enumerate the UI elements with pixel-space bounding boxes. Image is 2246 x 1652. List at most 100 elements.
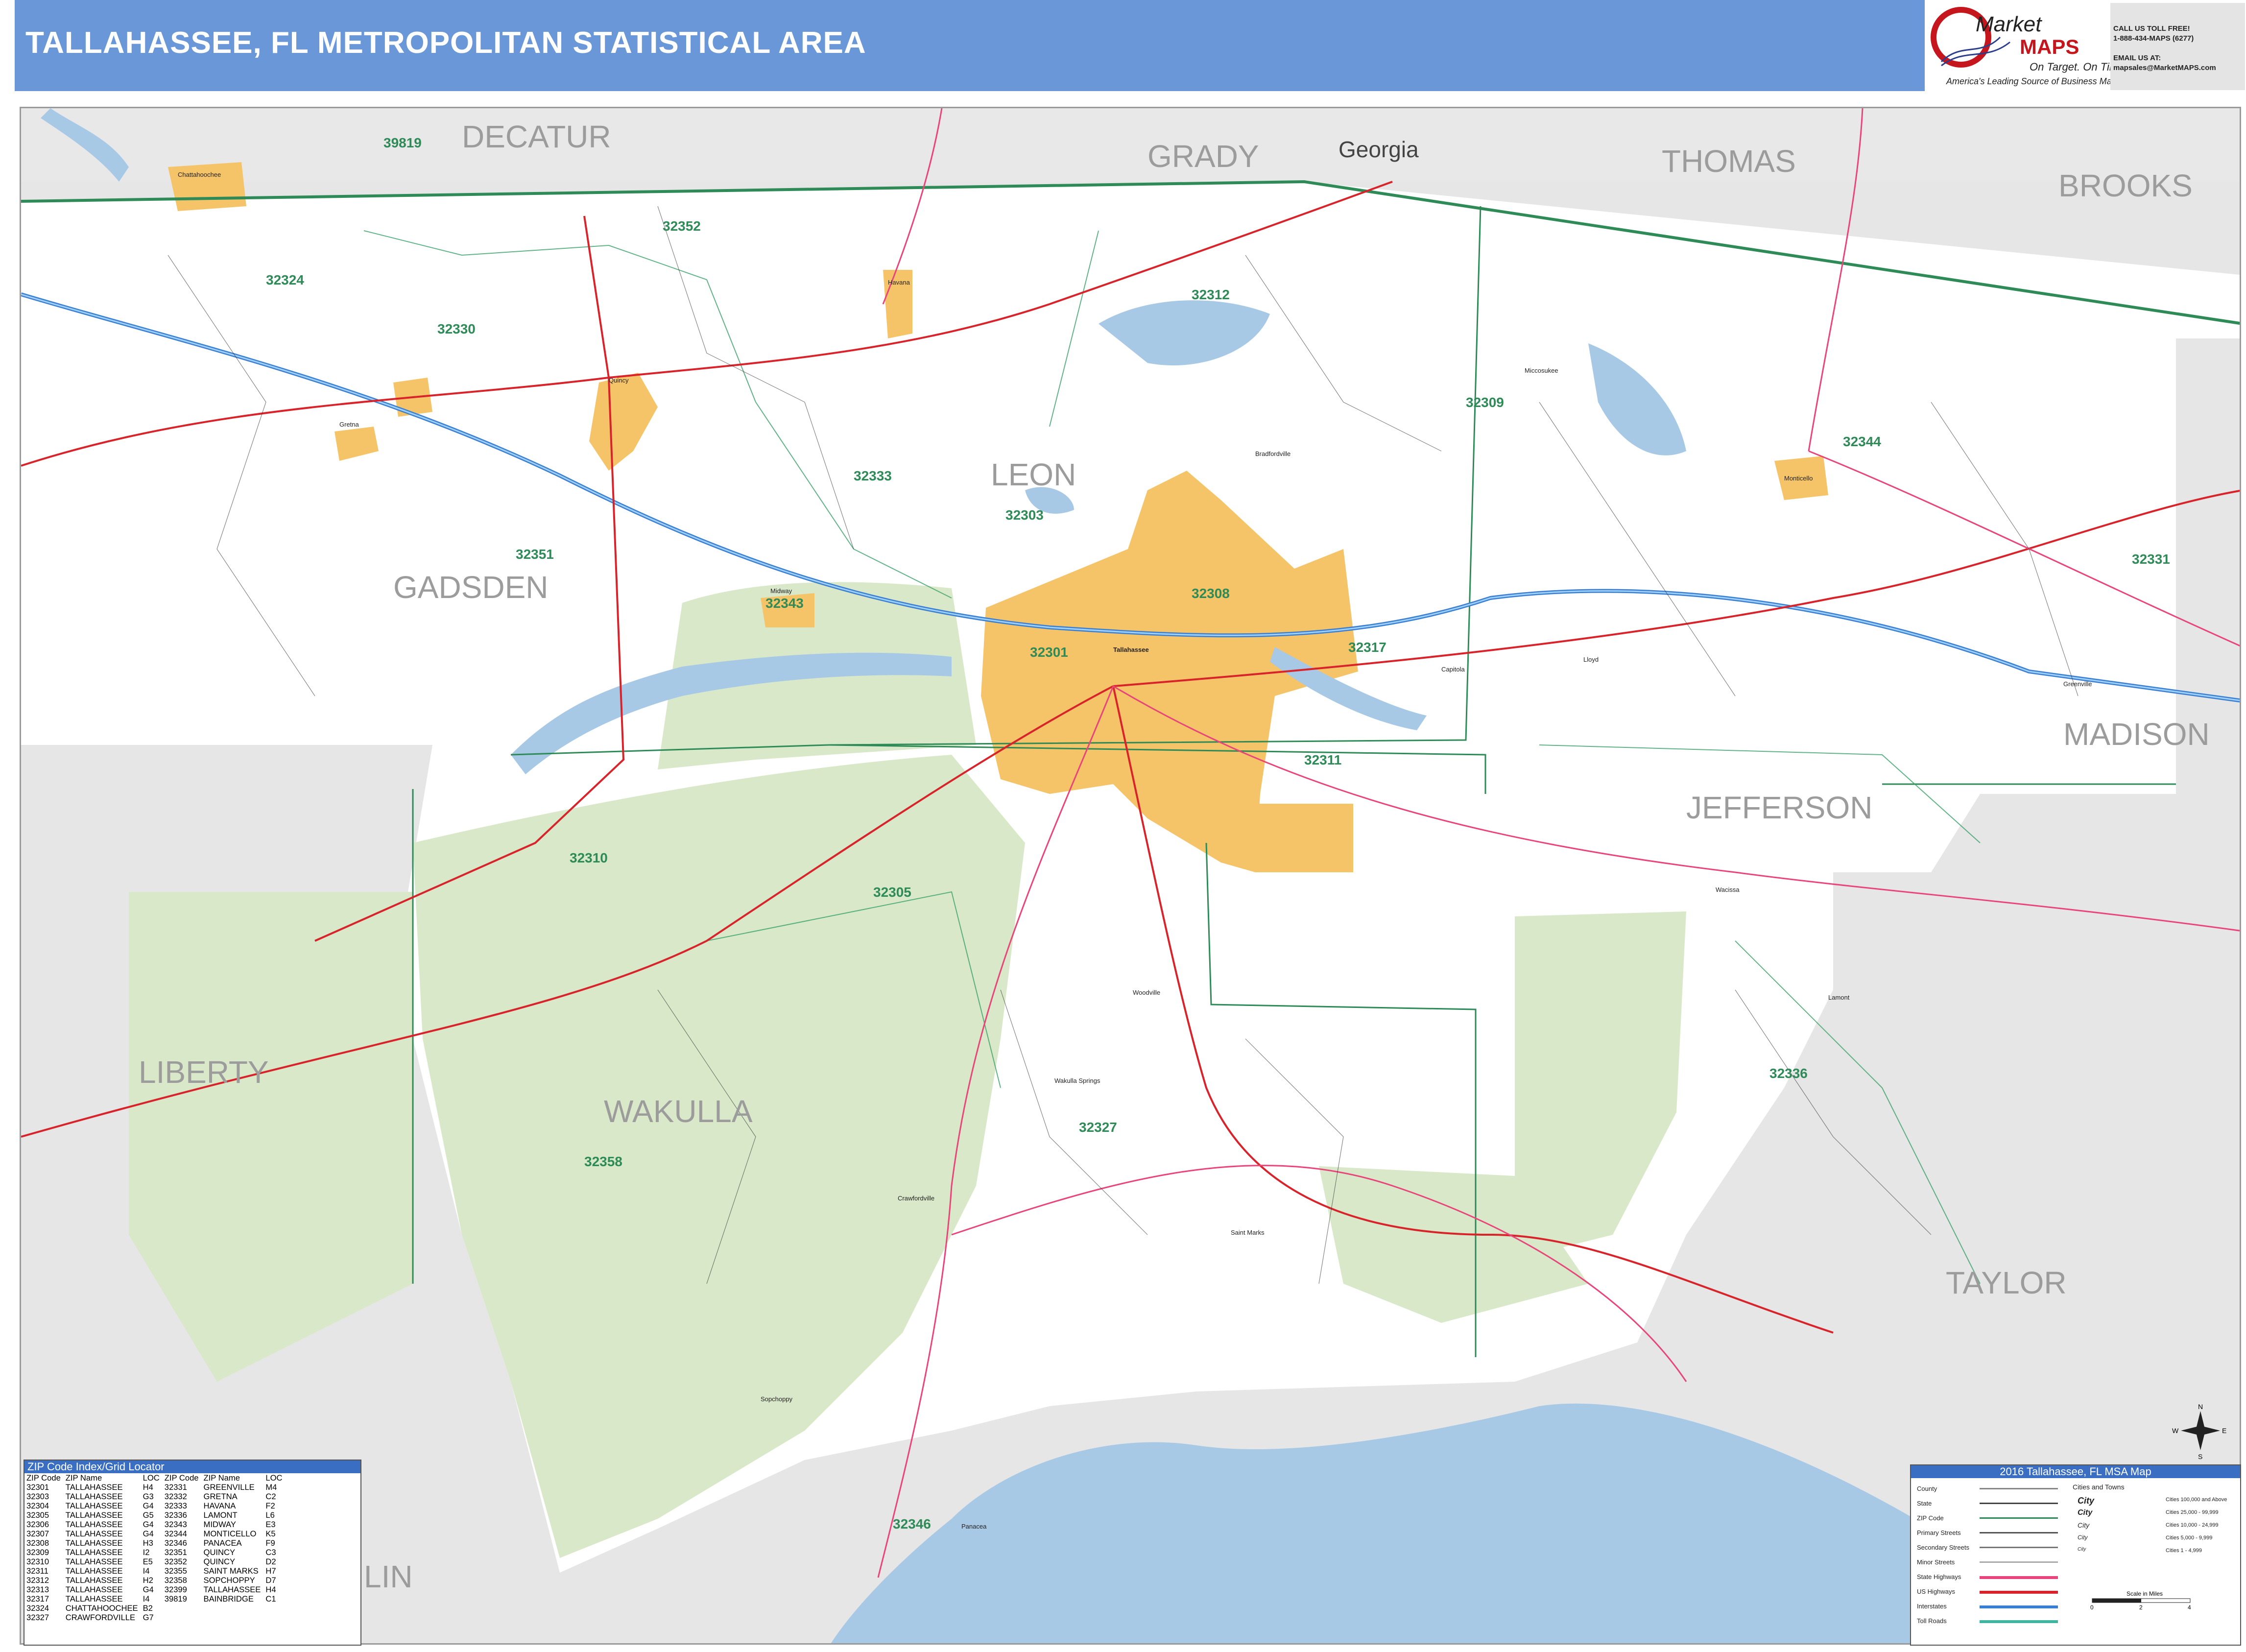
town-label: Wakulla Springs [1054,1077,1100,1084]
legend-swatch [1980,1605,2058,1608]
contact-line-1: CALL US TOLL FREE! [2113,24,2190,33]
legend-swatch [1980,1620,2058,1623]
zip-label: 32327 [1079,1120,1117,1135]
zip-index-row: 32306 TALLAHASSEE G4 32343 MIDWAY E3 [24,1520,285,1529]
legend-swatch [1980,1576,2058,1579]
zip-label: 32346 [893,1516,931,1532]
zip-index-cell: G4 [143,1529,154,1538]
zip-index-cell: TALLAHASSEE [65,1548,123,1557]
zip-label: 32351 [516,547,554,562]
zip-index-cell: 32303 [26,1492,49,1501]
town-label: Woodville [1133,989,1160,996]
map-canvas[interactable]: DECATUR GRADY Georgia THOMAS BROOKS GADS… [21,108,2241,1645]
zip-index-cell: H4 [265,1585,276,1594]
zip-header-cell: ZIP Name [203,1473,240,1483]
urban-chattahoochee [168,162,246,211]
town-label: Midway [770,587,792,595]
zip-index-row: 32310 TALLAHASSEE E5 32352 QUINCY D2 [24,1557,285,1566]
zip-index-panel: ZIP Code Index/Grid Locator ZIP Code ZIP… [24,1460,361,1646]
zip-index-cell: 32304 [26,1501,49,1510]
zip-header-cell: LOC [265,1473,283,1483]
zip-index-table: ZIP Code ZIP Name LOC ZIP Code ZIP Name … [24,1473,285,1622]
zip-index-cell: C1 [265,1594,276,1604]
zip-label: 32305 [873,885,911,900]
zip-index-cell: TALLAHASSEE [65,1585,123,1594]
zip-index-row: 32311 TALLAHASSEE I4 32355 SAINT MARKS H7 [24,1566,285,1576]
county-label-liberty: LIBERTY [139,1054,269,1090]
zip-index-cell: 32305 [26,1510,49,1520]
zip-index-cell: G5 [143,1510,154,1520]
zip-index-cell: H2 [143,1576,153,1585]
legend-item-label: State Highways [1917,1573,1961,1580]
zip-index-title: ZIP Code Index/Grid Locator [24,1460,360,1473]
zip-index-cell: HAVANA [203,1501,236,1510]
zip-index-row: 32307 TALLAHASSEE G4 32344 MONTICELLO K5 [24,1529,285,1538]
zip-index-cell: TALLAHASSEE [65,1529,123,1538]
zip-index-cell: 32331 [164,1483,187,1492]
zip-index-cell: MIDWAY [203,1520,236,1529]
urban-southeast [1255,804,1353,872]
scale-title: Scale in Miles [2127,1590,2163,1597]
zip-label: 32310 [570,850,608,865]
map-frame[interactable]: DECATUR GRADY Georgia THOMAS BROOKS GADS… [20,107,2241,1645]
legend-item-label: ZIP Code [1917,1514,1944,1522]
zip-label: 32358 [584,1154,622,1169]
zip-index-cell: TALLAHASSEE [65,1483,123,1492]
legend-city-size: Cities 1 - 4,999 [2166,1548,2202,1554]
zip-index-cell: G4 [143,1501,154,1510]
town-label: Capitola [1441,666,1465,673]
zip-index-row: 32308 TALLAHASSEE H3 32346 PANACEA F9 [24,1538,285,1548]
zip-index-cell: 32309 [26,1548,49,1557]
zip-index-row: 32303 TALLAHASSEE G3 32332 GRETNA C2 [24,1492,285,1501]
county-label-taylor: TAYLOR [1946,1265,2067,1300]
zip-index-cell: TALLAHASSEE [65,1594,123,1604]
legend-city-word: City [2078,1547,2086,1552]
town-label: Greenville [2063,680,2092,688]
town-label: Gretna [339,421,359,428]
slogan: On Target. On Time. [2030,61,2110,73]
town-label: Sopchoppy [761,1395,793,1403]
compass-w: W [2172,1427,2179,1435]
zip-index-cell: 32301 [26,1483,49,1492]
zip-label: 32344 [1843,434,1881,449]
zip-index-cell [202,1604,264,1613]
zip-header-cell: LOC [143,1473,160,1483]
county-label-leon: LEON [991,457,1076,492]
zip-index-cell: G4 [143,1585,154,1594]
zip-index-row: 32304 TALLAHASSEE G4 32333 HAVANA F2 [24,1501,285,1510]
legend-item-label: Secondary Streets [1917,1544,1969,1551]
zip-index-cell: QUINCY [203,1557,236,1566]
legend-swatch [1980,1503,2058,1504]
zip-label: 32301 [1030,645,1068,660]
zip-index-row: 32312 TALLAHASSEE H2 32358 SOPCHOPPY D7 [24,1576,285,1585]
contact-email[interactable]: mapsales@MarketMAPS.com [2113,64,2216,72]
legend-title: 2016 Tallahassee, FL MSA Map [1911,1465,2240,1478]
compass-n: N [2198,1403,2203,1411]
legend-swatch [1980,1547,2058,1548]
zip-index-cell: 32352 [164,1557,187,1566]
zip-label: 32331 [2132,551,2170,567]
town-label: Havana [888,279,910,286]
legend-item-label: Primary Streets [1917,1529,1961,1536]
zip-label: 32324 [266,272,304,287]
tagline: America's Leading Source of Business Map… [1946,76,2110,86]
zip-index-cell: K5 [265,1529,276,1538]
county-label-brooks: BROOKS [2058,168,2193,203]
zip-index-cell: H4 [143,1483,153,1492]
zip-index-row: 32324 CHATTAHOOCHEE B2 [24,1604,285,1613]
zip-index-cell: I2 [143,1548,150,1557]
zip-index-cell [202,1613,264,1622]
zip-index-cell: 32344 [164,1529,187,1538]
zip-index-cell: 32317 [26,1594,49,1604]
zip-index-cell: C3 [265,1548,276,1557]
county-label-gadsden: GADSDEN [393,570,549,605]
zip-label: 32308 [1192,586,1230,601]
brand-bottom: MAPS [2020,35,2079,58]
zip-index-cell: 32313 [26,1585,49,1594]
zip-index-cell: 32312 [26,1576,49,1585]
zip-index-cell: 32306 [26,1520,49,1529]
town-label: Lamont [1828,994,1850,1001]
county-label-decatur: DECATUR [462,119,611,154]
zip-index-cell: BAINBRIDGE [203,1594,254,1604]
legend-city-size: Cities 5,000 - 9,999 [2166,1535,2213,1541]
